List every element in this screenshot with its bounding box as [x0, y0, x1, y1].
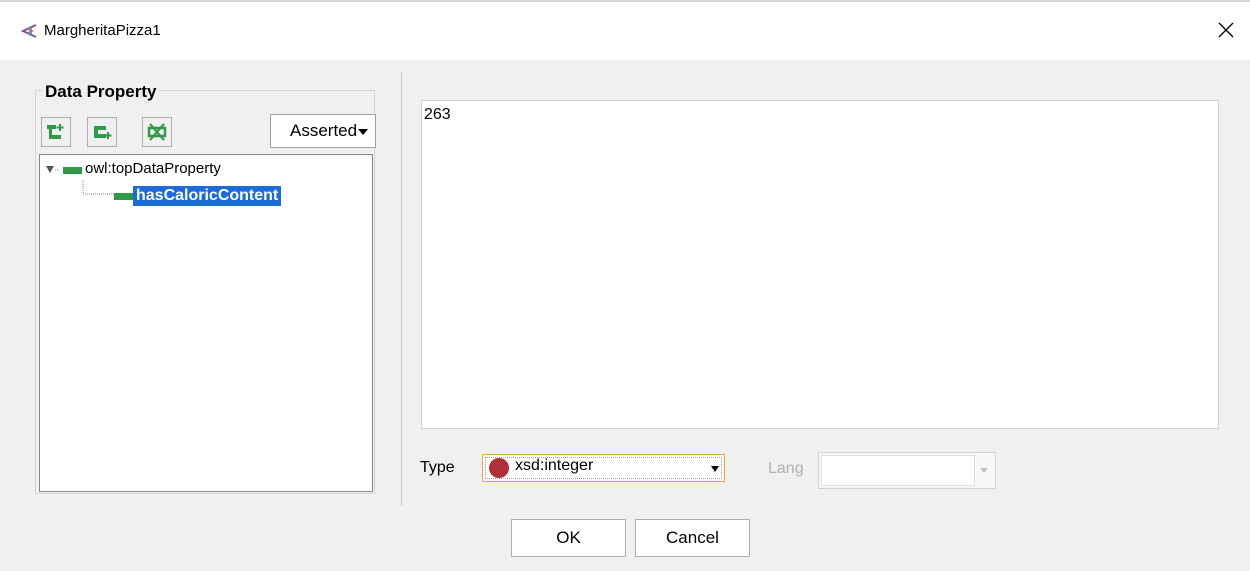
lang-dropdown[interactable]	[818, 452, 996, 489]
tree-expand-icon[interactable]	[44, 163, 60, 177]
delete-property-icon	[147, 123, 167, 141]
panel-divider[interactable]	[401, 72, 402, 506]
tree-connector	[82, 180, 114, 195]
ok-button[interactable]: OK	[511, 519, 626, 557]
data-property-icon	[114, 193, 133, 200]
value-text: 263	[424, 106, 451, 123]
add-subproperty-button[interactable]	[41, 117, 71, 147]
asserted-dropdown[interactable]: Asserted	[270, 114, 376, 148]
title-bar-border	[0, 0, 1250, 2]
lang-field	[821, 455, 975, 486]
chevron-down-icon	[711, 466, 719, 472]
lang-label: Lang	[768, 460, 804, 477]
delete-property-button[interactable]	[142, 117, 172, 147]
add-sibling-icon	[94, 126, 112, 139]
data-property-icon	[63, 167, 82, 174]
close-icon	[1218, 22, 1234, 38]
chevron-down-icon	[980, 468, 988, 473]
tree-item-hascaloriccontent[interactable]: hasCaloricContent	[133, 186, 282, 206]
chevron-down-icon	[358, 129, 368, 135]
add-subproperty-icon	[47, 124, 64, 139]
title-bar: MargheritaPizza1	[0, 0, 1250, 60]
close-button[interactable]	[1210, 14, 1242, 46]
asserted-dropdown-value: Asserted	[290, 121, 358, 140]
group-title: Data Property	[42, 82, 160, 102]
cancel-button[interactable]: Cancel	[635, 519, 750, 557]
type-label: Type	[420, 459, 455, 476]
datatype-icon	[489, 458, 509, 478]
add-sibling-button[interactable]	[87, 117, 117, 147]
tree-item-root[interactable]: owl:topDataProperty	[85, 160, 221, 177]
type-dropdown-value: xsd:integer	[515, 457, 594, 474]
protege-app-icon	[20, 24, 37, 38]
value-textarea[interactable]	[421, 100, 1219, 429]
window-title: MargheritaPizza1	[44, 22, 161, 39]
